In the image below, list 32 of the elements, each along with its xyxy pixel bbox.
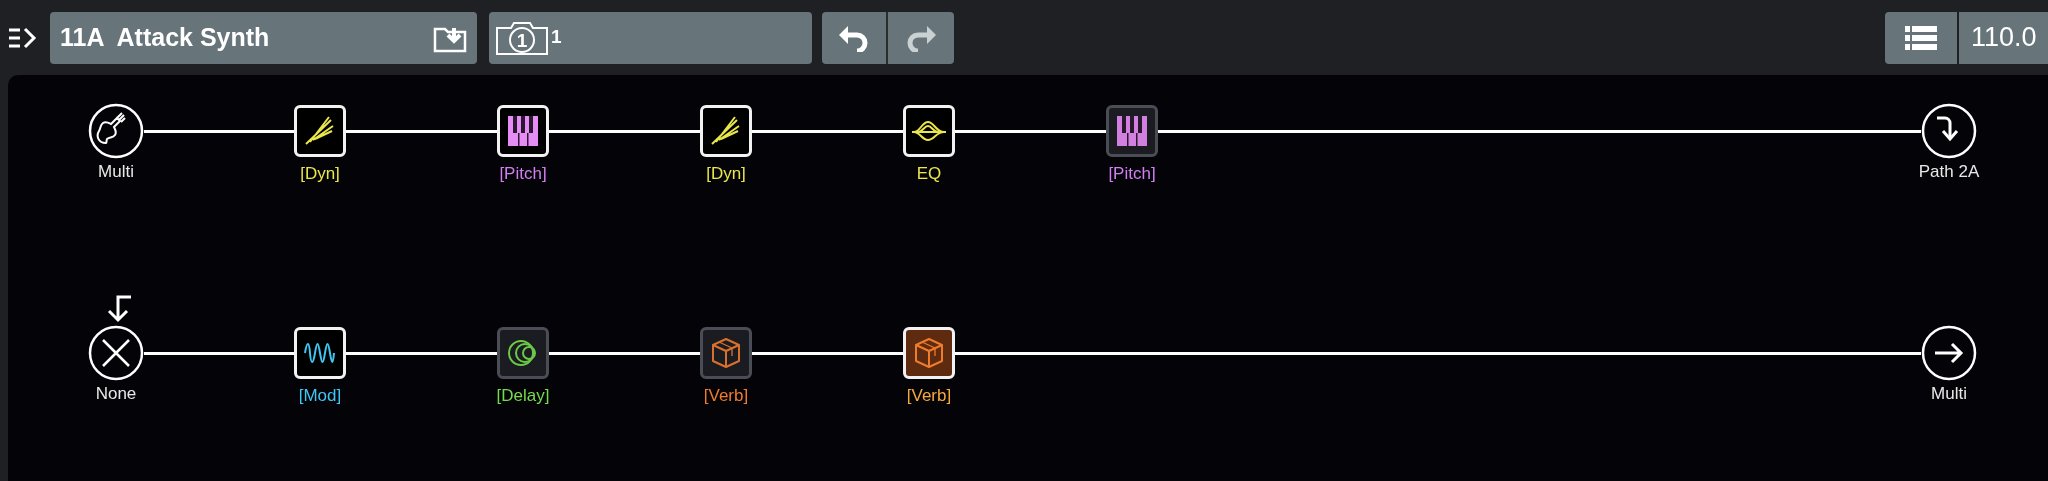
effect-block[interactable] [1106,105,1158,157]
block-label: [Verb] [703,385,749,407]
snapshot-icon[interactable]: 1 [495,19,549,56]
block-label: [Dyn] [706,163,746,185]
block-label: [Verb] [906,385,952,407]
output-node[interactable] [1921,325,1977,381]
list-icon [1905,25,1937,50]
menu-icon[interactable] [8,25,38,50]
input-node[interactable] [88,103,144,159]
block-label: None [95,383,137,405]
snapshot-number: 1 [551,25,562,50]
redo-icon [906,23,936,52]
tempo-value: 110.0 [1971,21,2037,55]
undo-button[interactable] [822,11,888,64]
redo-button[interactable] [888,11,954,64]
list-view-button[interactable] [1885,11,1957,64]
block-label: Path 2A [1918,161,1980,183]
block-label: Multi [98,161,134,183]
block-label: [Pitch] [499,163,547,185]
block-label: [Mod] [298,385,342,407]
output-node[interactable] [1921,103,1977,159]
block-label: [Pitch] [1108,163,1156,185]
block-label: EQ [916,163,942,185]
snapshot-field[interactable]: 1 1 [489,11,812,64]
preset-name: 11A Attack Synth [60,21,270,53]
preset-name-field[interactable]: 11A Attack Synth [50,11,477,64]
input-node[interactable] [88,325,144,381]
block-label: [Dyn] [300,163,340,185]
effect-block[interactable] [497,327,549,379]
tempo-field[interactable]: 110.0 [1959,11,2048,64]
block-label: [Delay] [496,385,550,407]
block-label: Multi [1931,383,1967,405]
